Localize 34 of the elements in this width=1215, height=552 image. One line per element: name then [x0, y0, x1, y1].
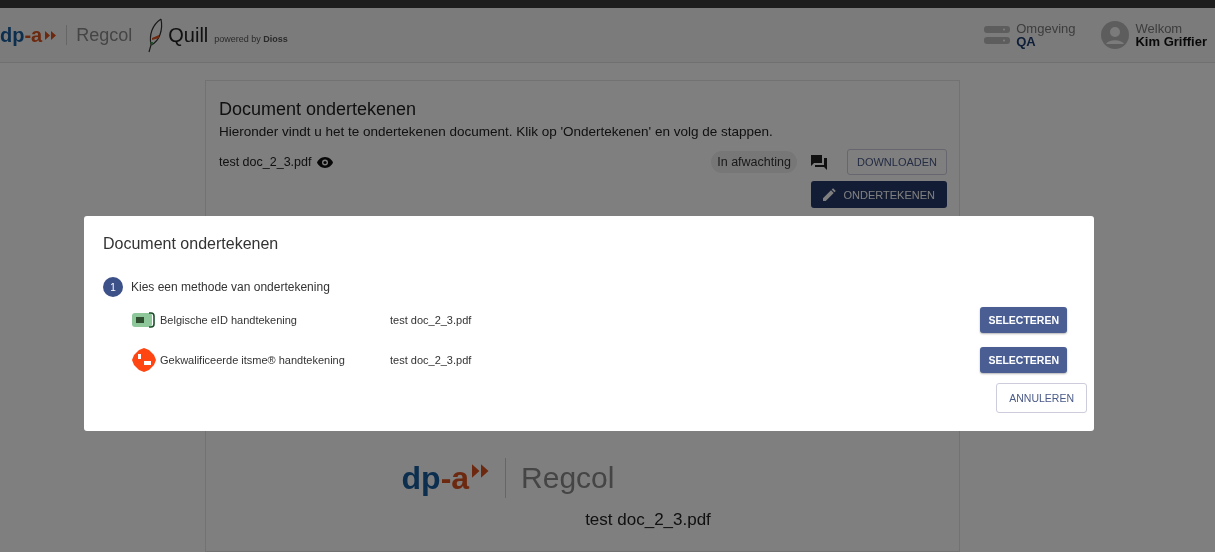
file-name: test doc_2_3.pdf: [219, 155, 312, 169]
method-name: Belgische eID handtekening: [160, 314, 298, 326]
app-name: Quill: [168, 23, 209, 47]
step-label: Kies een methode van ondertekening: [131, 280, 330, 294]
card-description: Hieronder vindt u het te ondertekenen document. Klik op 'Ondertekenen' en volg de stappen.: [219, 124, 774, 139]
double-arrow-icon: [472, 464, 491, 478]
tagline: powered by Dioss: [214, 34, 288, 44]
file-name: test doc_2_3.pdf: [390, 354, 473, 366]
status-badge: In afwachting: [711, 151, 797, 173]
chat-icon[interactable]: [810, 154, 827, 170]
sign-button[interactable]: ONDERTEKENEN: [810, 181, 947, 208]
logo-text: dp-a: [401, 459, 470, 497]
pencil-icon: [822, 188, 836, 201]
brand-name: Regcol: [521, 461, 615, 495]
select-button[interactable]: SELECTEREN: [980, 307, 1067, 333]
download-button[interactable]: DOWNLOADEN: [846, 149, 947, 175]
eye-icon[interactable]: [317, 156, 334, 168]
environment-label: Omgeving: [1016, 22, 1076, 35]
step-number: 1: [103, 277, 123, 297]
user-name: Kim Griffier: [1135, 35, 1207, 48]
greeting-label: Welkom: [1135, 22, 1184, 35]
id-card-icon: [132, 312, 155, 328]
file-name: test doc_2_3.pdf: [390, 314, 473, 326]
card-title: Document ondertekenen: [219, 99, 418, 120]
double-arrow-icon: [45, 30, 58, 40]
cancel-button[interactable]: ANNULEREN: [996, 383, 1087, 413]
method-name: Gekwalificeerde itsme® handtekening: [160, 354, 346, 366]
environment-value: QA: [1016, 35, 1036, 48]
toggle-icon: [984, 25, 1011, 45]
document-file-name: test doc_2_3.pdf: [585, 510, 711, 530]
logo-text: dp-a: [0, 23, 43, 47]
select-button[interactable]: SELECTEREN: [980, 347, 1067, 373]
itsme-icon: [132, 348, 156, 372]
modal-title: Document ondertekenen: [103, 235, 280, 253]
